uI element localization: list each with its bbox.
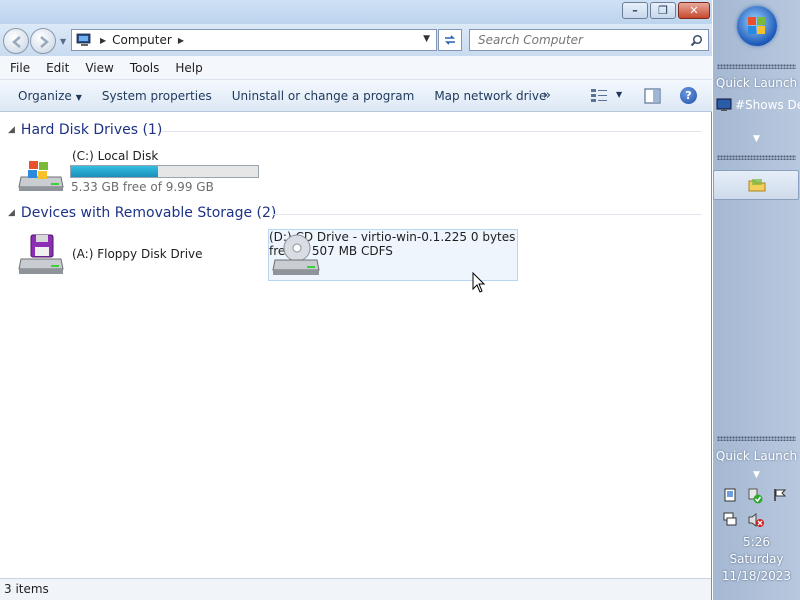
action-center-icon[interactable] (723, 488, 737, 502)
restore-icon: ❐ (658, 4, 668, 17)
view-dropdown-icon[interactable]: ▼ (616, 90, 622, 99)
hard-disk-windows-icon (18, 161, 64, 191)
title-bar: – ❐ ✕ (0, 0, 712, 24)
search-input[interactable] (470, 30, 680, 50)
system-properties-button[interactable]: System properties (92, 89, 222, 103)
command-bar: Organize ▼ System properties Uninstall or… (0, 80, 712, 112)
menu-edit[interactable]: Edit (46, 61, 69, 75)
quick-launch-title-top: Quick Launch (715, 76, 798, 90)
organize-label: Organize (18, 88, 72, 103)
group-divider (272, 214, 702, 215)
change-view-icon[interactable] (590, 88, 608, 104)
quick-launch-show-desktop[interactable]: #Shows Des (716, 98, 800, 112)
quick-launch-item-label: #Shows Des (735, 98, 800, 112)
windows-logo-icon (748, 17, 765, 34)
organize-dropdown-icon: ▼ (75, 92, 82, 102)
drive-c-usage-bar (70, 165, 259, 178)
toolbar-grip[interactable] (717, 155, 796, 160)
group-title: Devices with Removable Storage (2) (20, 205, 277, 221)
drive-c[interactable]: (C:) Local Disk 5.33 GB free of 9.99 GB (0, 113, 270, 194)
computer-icon (76, 33, 91, 46)
drive-c-free-space: 5.33 GB free of 9.99 GB (71, 180, 214, 194)
menu-view[interactable]: View (85, 61, 113, 75)
drive-c-usage-fill (71, 166, 159, 177)
start-button[interactable] (737, 6, 777, 46)
system-tray-row-1 (723, 488, 787, 504)
refresh-button[interactable] (438, 29, 462, 51)
more-commands-button[interactable]: » (543, 88, 551, 103)
mouse-cursor-icon (472, 272, 486, 293)
search-box[interactable] (469, 29, 709, 51)
breadcrumb-arrow-icon[interactable]: ▶ (100, 36, 106, 45)
minimize-button[interactable]: – (622, 2, 648, 19)
quick-launch-more-icon[interactable]: ▼ (713, 134, 800, 144)
restore-button[interactable]: ❐ (650, 2, 676, 19)
taskbar-explorer-button[interactable] (713, 170, 799, 200)
preview-pane-icon[interactable] (644, 88, 661, 104)
search-icon[interactable] (690, 34, 703, 47)
address-dropdown-icon[interactable]: ▼ (423, 34, 430, 44)
menu-tools[interactable]: Tools (130, 61, 160, 75)
breadcrumb-arrow-icon[interactable]: ▶ (178, 36, 184, 45)
refresh-icon (445, 35, 455, 45)
drive-c-name: (C:) Local Disk (72, 149, 159, 163)
status-item-count: 3 items (4, 582, 49, 596)
menu-file[interactable]: File (10, 61, 30, 75)
toolbar-grip[interactable] (717, 64, 796, 69)
clock-time[interactable]: 5:26 (713, 535, 800, 549)
menu-bar: File Edit View Tools Help (0, 56, 712, 80)
taskbar-sidebar: Quick Launch #Shows Des ▼ Quick Launch ▼… (713, 0, 800, 600)
close-icon: ✕ (689, 4, 699, 17)
collapse-triangle-icon[interactable]: ◢ (8, 208, 15, 218)
recent-pages-dropdown[interactable]: ▼ (60, 37, 66, 46)
map-network-drive-button[interactable]: Map network drive (424, 89, 556, 103)
network-icon[interactable] (723, 512, 737, 526)
uninstall-program-button[interactable]: Uninstall or change a program (222, 89, 425, 103)
floppy-drive-icon (18, 234, 64, 274)
drive-a[interactable]: (A:) Floppy Disk Drive (0, 229, 262, 281)
file-list-area: ◢ Hard Disk Drives (1) (C:) Local Disk 5… (0, 113, 711, 578)
close-button[interactable]: ✕ (678, 2, 710, 19)
drive-a-name: (A:) Floppy Disk Drive (72, 247, 203, 261)
volume-muted-icon[interactable] (747, 512, 765, 528)
address-bar[interactable]: ▶ Computer ▶ ▼ (71, 29, 437, 51)
help-icon[interactable]: ? (680, 87, 697, 104)
forward-arrow-icon (40, 36, 49, 48)
quick-launch-title-bottom: Quick Launch (715, 449, 798, 463)
menu-help[interactable]: Help (175, 61, 202, 75)
system-tray-row-2 (723, 512, 765, 528)
cd-drive-icon (272, 234, 320, 275)
minimize-icon: – (632, 4, 638, 17)
folder-icon (748, 179, 766, 192)
show-desktop-icon (716, 98, 732, 111)
action-flag-icon[interactable] (773, 488, 787, 502)
clock-date[interactable]: 11/18/2023 (713, 569, 800, 583)
status-bar: 3 items (0, 578, 711, 600)
navigation-bar: ▼ ▶ Computer ▶ ▼ (0, 24, 712, 56)
breadcrumb-computer[interactable]: Computer (112, 33, 172, 47)
clock-day[interactable]: Saturday (713, 552, 800, 566)
drive-d-filesystem: CDFS (361, 244, 393, 258)
toolbar-grip[interactable] (717, 436, 796, 441)
quick-launch-more-icon[interactable]: ▼ (713, 470, 800, 480)
back-arrow-icon (12, 36, 21, 48)
group-header-removable-storage[interactable]: ◢ Devices with Removable Storage (2) (8, 205, 276, 221)
explorer-window: – ❐ ✕ ▼ ▶ Computer ▶ ▼ Search Computer F… (0, 0, 712, 600)
organize-button[interactable]: Organize ▼ (0, 89, 92, 103)
forward-button[interactable] (30, 28, 56, 54)
back-button[interactable] (3, 28, 29, 54)
security-check-icon[interactable] (747, 488, 763, 504)
